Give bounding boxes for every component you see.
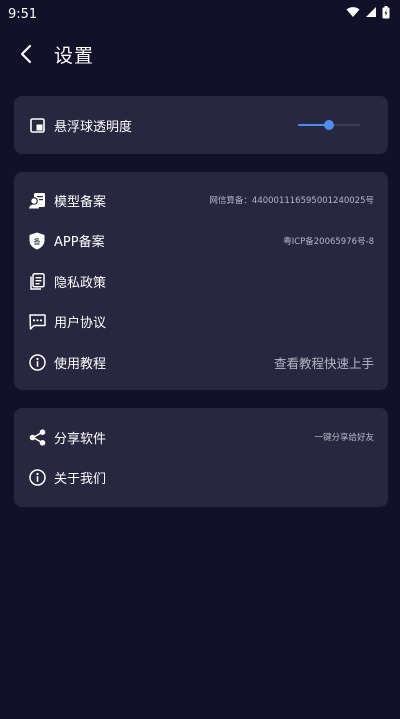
info-icon [28, 353, 46, 371]
row-label: 关于我们 [54, 472, 107, 488]
row-privacy-policy[interactable]: 隐私政策 [14, 261, 388, 302]
row-label: 用户协议 [54, 316, 107, 332]
chevron-left-icon [20, 44, 32, 64]
model-filing-icon [28, 191, 46, 209]
row-label: 分享软件 [54, 431, 107, 447]
svg-text:备: 备 [34, 237, 41, 246]
info-icon [28, 469, 46, 487]
page-title: 设置 [54, 44, 95, 67]
row-share-app[interactable]: 分享软件 一键分享给好友 [14, 417, 388, 458]
header: 设置 [0, 28, 400, 80]
row-tutorial[interactable]: 使用教程 查看教程快速上手 [14, 342, 388, 383]
slider-thumb[interactable] [324, 120, 334, 130]
row-value: 粤ICP备20065976号-8 [283, 236, 374, 247]
row-model-filing[interactable]: 模型备案 网信算备：440001116595001240025号 [14, 180, 388, 221]
row-label: 使用教程 [54, 356, 107, 372]
status-time: 9:51 [8, 6, 38, 22]
share-card: 分享软件 一键分享给好友 关于我们 [14, 408, 388, 507]
row-app-filing[interactable]: 备 APP备案 粤ICP备20065976号-8 [14, 221, 388, 262]
row-about-us[interactable]: 关于我们 [14, 458, 388, 499]
info-card: 模型备案 网信算备：440001116595001240025号 备 APP备案… [14, 172, 388, 390]
row-value: 查看教程快速上手 [273, 355, 374, 371]
floating-window-icon [28, 116, 46, 134]
row-label: APP备案 [54, 235, 105, 251]
opacity-label: 悬浮球透明度 [54, 119, 133, 135]
opacity-row: 悬浮球透明度 [14, 96, 388, 154]
back-button[interactable] [14, 42, 38, 66]
document-icon [28, 272, 46, 290]
row-value: 一键分享给好友 [314, 433, 374, 444]
row-user-agreement[interactable]: 用户协议 [14, 302, 388, 343]
row-label: 隐私政策 [54, 275, 107, 291]
row-label: 模型备案 [54, 194, 107, 210]
opacity-slider[interactable] [298, 118, 360, 132]
share-icon [28, 428, 46, 446]
wifi-icon [346, 6, 360, 22]
row-value: 网信算备：440001116595001240025号 [209, 196, 374, 207]
message-icon [28, 313, 46, 331]
battery-icon [382, 5, 390, 23]
status-bar: 9:51 [0, 0, 400, 28]
cellular-signal-icon [365, 6, 377, 22]
app-filing-shield-icon: 备 [28, 232, 46, 250]
opacity-card: 悬浮球透明度 [14, 96, 388, 154]
status-icons [346, 5, 390, 23]
